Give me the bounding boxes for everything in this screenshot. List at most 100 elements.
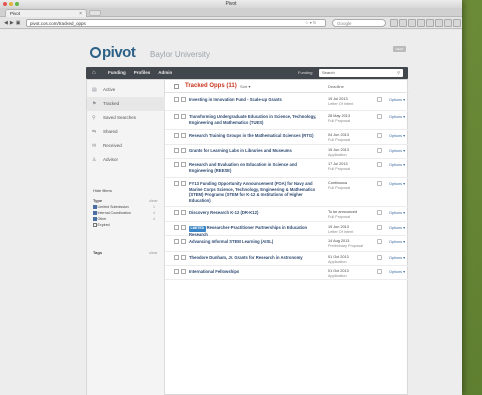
table-row[interactable]: Research and Evaluation on Education in … xyxy=(165,159,409,178)
home-icon[interactable]: ⌂ xyxy=(92,70,98,76)
tags-clear-link[interactable]: clear xyxy=(149,250,158,255)
hide-filters-link[interactable]: Hide filters xyxy=(93,188,112,193)
row-checkbox[interactable] xyxy=(174,148,179,153)
sync-icon[interactable] xyxy=(417,19,425,27)
calendar-icon[interactable] xyxy=(377,114,382,119)
more-icon[interactable] xyxy=(453,19,461,27)
opp-title-link[interactable]: Discovery Research K-12 (DR-K12) xyxy=(189,210,319,216)
row-type-icon xyxy=(181,148,186,153)
sidebar-item-shared[interactable]: ⇆ Shared xyxy=(87,125,165,139)
table-row[interactable]: International Fellowships 01 Oct 2013 Appl… xyxy=(165,266,409,280)
options-dropdown[interactable]: Options ▾ xyxy=(389,162,405,167)
back-icon[interactable]: ◀ xyxy=(4,20,8,26)
sidebar-item-active[interactable]: ▤ Active xyxy=(87,83,165,97)
row-checkbox[interactable] xyxy=(174,225,179,230)
options-dropdown[interactable]: Options ▾ xyxy=(389,269,405,274)
help-badge[interactable]: HELP xyxy=(393,46,406,52)
facet-checkbox[interactable] xyxy=(93,211,97,215)
browser-tab[interactable]: Pivot × xyxy=(5,9,87,17)
calendar-icon[interactable] xyxy=(377,97,382,102)
opp-title-link[interactable]: Transforming Undergraduate Education in … xyxy=(189,114,319,125)
table-row[interactable]: Theodore Dunham, Jr. Grants for Research… xyxy=(165,252,409,266)
calendar-icon[interactable] xyxy=(377,133,382,138)
sidebar-item-received[interactable]: ✉ Received xyxy=(87,139,165,153)
calendar-icon[interactable] xyxy=(377,148,382,153)
row-checkbox[interactable] xyxy=(174,114,179,119)
nav-link-admin[interactable]: Admin xyxy=(158,70,172,75)
options-dropdown[interactable]: Options ▾ xyxy=(389,255,405,260)
search-scope-label[interactable]: Funding xyxy=(298,70,312,75)
options-dropdown[interactable]: Options ▾ xyxy=(389,97,405,102)
addon-icon[interactable] xyxy=(426,19,434,27)
facet-checkbox[interactable] xyxy=(93,205,97,209)
browser-search-input[interactable]: Google xyxy=(332,19,386,27)
type-facet[interactable]: Other 4 xyxy=(93,217,155,221)
row-checkbox[interactable] xyxy=(174,97,179,102)
nav-link-profiles[interactable]: Profiles xyxy=(134,70,151,75)
table-row[interactable]: Discovery Research K-12 (DR-K12) To be an… xyxy=(165,207,409,222)
calendar-icon[interactable] xyxy=(377,225,382,230)
calendar-icon[interactable] xyxy=(377,181,382,186)
sidebar-item-label: Saved Searches xyxy=(103,115,137,120)
download-icon[interactable] xyxy=(399,19,407,27)
options-dropdown[interactable]: Options ▾ xyxy=(389,148,405,153)
menu-icon[interactable] xyxy=(435,19,443,27)
calendar-icon[interactable] xyxy=(377,269,382,274)
opp-title-link[interactable]: Investing in Innovation Fund - Scale-up … xyxy=(189,97,319,103)
options-dropdown[interactable]: Options ▾ xyxy=(389,114,405,119)
facet-checkbox[interactable] xyxy=(93,223,97,227)
opp-title-link[interactable]: Grants for Learning Labs in Libraries an… xyxy=(189,148,319,154)
type-facet[interactable]: Expired xyxy=(93,223,110,227)
row-checkbox[interactable] xyxy=(174,239,179,244)
options-dropdown[interactable]: Options ▾ xyxy=(389,239,405,244)
search-input[interactable]: Search ⚲ xyxy=(319,69,403,77)
home-icon[interactable] xyxy=(408,19,416,27)
opp-title-link[interactable]: FY13 Funding Opportunity Announcement (F… xyxy=(189,181,319,203)
opp-title-link[interactable]: Research and Evaluation on Education in … xyxy=(189,162,319,173)
type-facet[interactable]: Internal Coordination 4 xyxy=(93,211,155,215)
extension-icon[interactable] xyxy=(444,19,452,27)
type-facet[interactable]: Limited Submission 1 xyxy=(93,205,155,209)
search-icon[interactable]: ⚲ xyxy=(397,70,400,75)
sort-dropdown[interactable]: Sort ▾ xyxy=(240,84,250,89)
forward-icon[interactable]: ▶ xyxy=(10,20,14,26)
new-tab-button[interactable] xyxy=(89,10,101,16)
reload-icon[interactable]: ☆ ▾ ↻ xyxy=(305,20,316,25)
sidebar-item-advisor[interactable]: ♙ Advisor xyxy=(87,153,165,167)
address-bar[interactable]: pivot.cos.com/tracked_opps xyxy=(26,19,326,27)
type-clear-link[interactable]: clear xyxy=(149,198,158,203)
calendar-icon[interactable] xyxy=(377,210,382,215)
table-row[interactable]: Advancing Informal STEM Learning (AISL) 1… xyxy=(165,236,409,252)
table-row[interactable]: LIMITED Researcher-Practitioner Partnersh… xyxy=(165,222,409,237)
table-row[interactable]: Research Training Groups in the Mathemat… xyxy=(165,130,409,145)
calendar-icon[interactable] xyxy=(377,239,382,244)
table-row[interactable]: FY13 Funding Opportunity Announcement (F… xyxy=(165,178,409,207)
row-checkbox[interactable] xyxy=(174,162,179,167)
options-dropdown[interactable]: Options ▾ xyxy=(389,210,405,215)
facet-checkbox[interactable] xyxy=(93,217,97,221)
pivot-logo[interactable]: pivot xyxy=(90,44,136,61)
options-dropdown[interactable]: Options ▾ xyxy=(389,133,405,138)
row-checkbox[interactable] xyxy=(174,269,179,274)
calendar-icon[interactable] xyxy=(377,162,382,167)
opp-title-link[interactable]: Advancing Informal STEM Learning (AISL) xyxy=(189,239,319,245)
row-checkbox[interactable] xyxy=(174,133,179,138)
row-checkbox[interactable] xyxy=(174,255,179,260)
sidebar-item-tracked[interactable]: ⚑ Tracked xyxy=(87,97,165,111)
bookmark-icon[interactable] xyxy=(390,19,398,27)
options-dropdown[interactable]: Options ▾ xyxy=(389,225,405,230)
table-row[interactable]: Investing in Innovation Fund - Scale-up … xyxy=(165,94,409,111)
opp-title-link[interactable]: International Fellowships xyxy=(189,269,319,275)
calendar-icon[interactable] xyxy=(377,255,382,260)
sidebar-item-saved-searches[interactable]: ⚲ Saved Searches xyxy=(87,111,165,125)
table-row[interactable]: Transforming Undergraduate Education in … xyxy=(165,111,409,130)
row-checkbox[interactable] xyxy=(174,181,179,186)
table-row[interactable]: Grants for Learning Labs in Libraries an… xyxy=(165,145,409,159)
opp-title-link[interactable]: Research Training Groups in the Mathemat… xyxy=(189,133,319,139)
nav-link-funding[interactable]: Funding xyxy=(108,70,126,75)
select-all-checkbox[interactable] xyxy=(174,84,179,89)
facet-label: Internal Coordination xyxy=(97,211,131,215)
options-dropdown[interactable]: Options ▾ xyxy=(389,181,405,186)
opp-title-link[interactable]: Theodore Dunham, Jr. Grants for Research… xyxy=(189,255,319,261)
row-checkbox[interactable] xyxy=(174,210,179,215)
